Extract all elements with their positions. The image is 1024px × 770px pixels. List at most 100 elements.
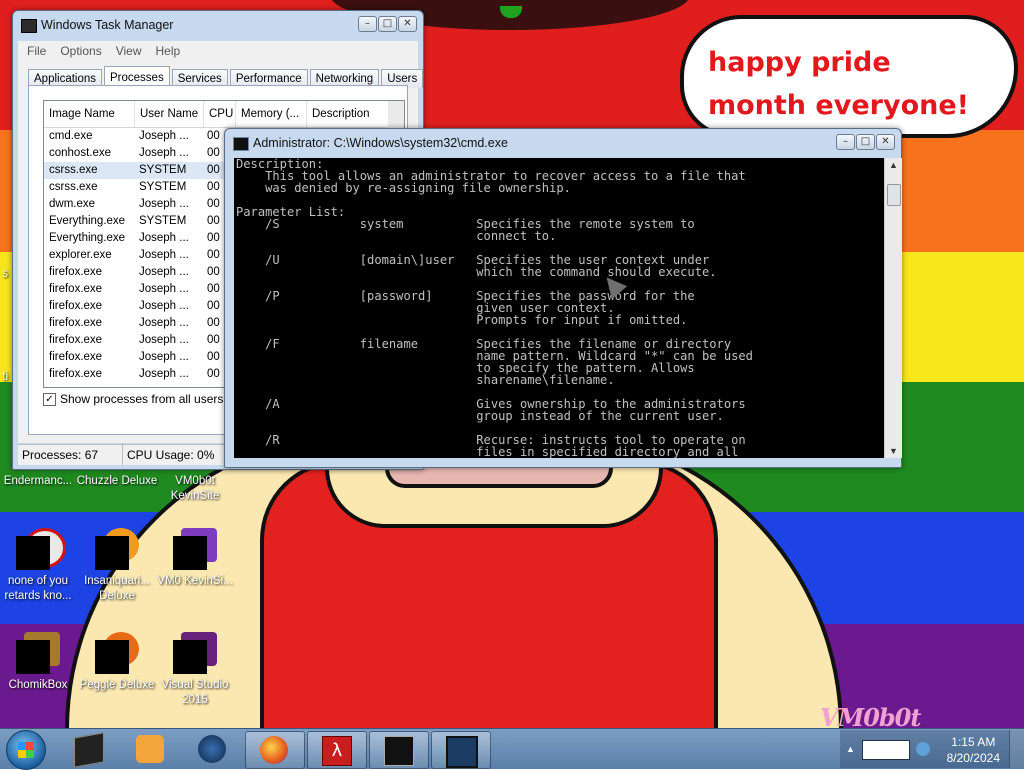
scroll-up-arrow-icon[interactable]: ▲ <box>885 160 902 170</box>
show-desktop-button[interactable] <box>1009 730 1024 768</box>
scroll-thumb[interactable] <box>887 184 901 206</box>
column-description[interactable]: Description <box>307 101 393 127</box>
console-output[interactable]: Description: This tool allows an adminis… <box>234 158 884 458</box>
taskbar-task-manager[interactable] <box>431 731 491 769</box>
insaniquarium-icon <box>95 528 139 572</box>
task-manager-titlebar[interactable]: Windows Task Manager – □ ✕ <box>13 11 423 41</box>
notification-area: ▲ 1:15 AM 8/20/2024 <box>840 730 1024 768</box>
tray-app-icon[interactable] <box>862 740 910 760</box>
process-user-name: SYSTEM <box>139 164 187 176</box>
window-title: Windows Task Manager <box>41 18 174 32</box>
maximize-button[interactable]: □ <box>378 16 397 32</box>
process-user-name: Joseph ... <box>139 351 189 363</box>
column-image-name[interactable]: Image Name <box>44 101 135 127</box>
clock-date: 8/20/2024 <box>946 751 1000 765</box>
scroll-down-arrow-icon[interactable]: ▼ <box>885 446 902 456</box>
desktop-icon-label: Chuzzle Deluxe <box>76 475 158 487</box>
desktop-icon-label: Visual Studio 2015 <box>161 679 229 706</box>
start-button[interactable] <box>6 730 46 770</box>
column-cpu[interactable]: CPU <box>204 101 236 127</box>
desktop-icon-label: Insaniquari... Deluxe <box>84 575 150 602</box>
taskbar-media-player[interactable] <box>122 731 178 767</box>
process-image-name: firefox.exe <box>49 266 103 278</box>
process-user-name: Joseph ... <box>139 198 189 210</box>
process-user-name: Joseph ... <box>139 334 189 346</box>
process-user-name: Joseph ... <box>139 368 189 380</box>
desktop-icon-peggle[interactable]: Peggle Deluxe <box>77 632 157 693</box>
process-user-name: Joseph ... <box>139 300 189 312</box>
desktop-icon-chuzzle[interactable]: Chuzzle Deluxe <box>75 474 159 489</box>
menu-file[interactable]: File <box>27 41 46 61</box>
process-user-name: Joseph ... <box>139 232 189 244</box>
maximize-button[interactable]: □ <box>856 134 875 150</box>
offscreen-icon-label-fragment: s <box>2 268 8 280</box>
console-icon <box>74 732 104 768</box>
console-text: Description: This tool allows an adminis… <box>236 158 753 458</box>
desktop-icon-chomikbox[interactable]: ChomikBox <box>0 632 78 693</box>
column-user-name[interactable]: User Name <box>135 101 204 127</box>
process-image-name: conhost.exe <box>49 147 112 159</box>
taskbar-half-life[interactable]: λ <box>307 731 367 769</box>
process-image-name: cmd.exe <box>49 130 93 142</box>
green-eye-shape <box>500 6 522 18</box>
chomikbox-icon <box>16 632 60 676</box>
process-image-name: Everything.exe <box>49 232 126 244</box>
console-scrollbar[interactable]: ▲ ▼ <box>884 158 902 458</box>
close-button[interactable]: ✕ <box>876 134 895 150</box>
taskbar-firefox[interactable] <box>245 731 305 769</box>
kevinsite2-icon <box>173 528 217 572</box>
media-player-icon <box>136 735 164 763</box>
network-icon[interactable] <box>916 742 930 756</box>
menu-help[interactable]: Help <box>156 41 181 61</box>
speech-bubble: happy pride month everyone! <box>680 15 1018 138</box>
firefox-icon <box>260 736 288 764</box>
cmd-window[interactable]: Administrator: C:\Windows\system32\cmd.e… <box>224 128 902 468</box>
offscreen-icon-label-fragment: ti <box>2 371 8 383</box>
show-all-users-label: Show processes from all users <box>60 392 224 406</box>
desktop-icon-label: ChomikBox <box>8 679 68 691</box>
lambda-icon: λ <box>322 736 352 766</box>
taskbar-cmd-pinned[interactable] <box>60 731 116 768</box>
column-memory[interactable]: Memory (... <box>236 101 307 127</box>
desktop-icon-kevinsite[interactable]: VM0b0t KevinSite <box>153 474 237 504</box>
wallpaper-signature: VM0b0t <box>820 703 921 728</box>
console-icon <box>384 736 414 766</box>
minimize-button[interactable]: – <box>358 16 377 32</box>
process-image-name: firefox.exe <box>49 300 103 312</box>
taskbar-globe[interactable] <box>184 731 240 767</box>
process-image-name: Everything.exe <box>49 215 126 227</box>
process-user-name: Joseph ... <box>139 266 189 278</box>
desktop-icon-label: VM0 KevinSi... <box>157 575 233 587</box>
status-cpu-usage: CPU Usage: 0% <box>123 445 228 465</box>
menu-view[interactable]: View <box>116 41 142 61</box>
taskbar: λ ▲ 1:15 AM 8/20/2024 <box>0 728 1024 770</box>
process-image-name: firefox.exe <box>49 283 103 295</box>
cmd-titlebar[interactable]: Administrator: C:\Windows\system32\cmd.e… <box>225 129 901 159</box>
process-image-name: firefox.exe <box>49 334 103 346</box>
task-manager-icon <box>21 19 37 33</box>
desktop-icon-kevinsite2[interactable]: VM0 KevinSi... <box>155 528 235 589</box>
process-image-name: csrss.exe <box>49 164 98 176</box>
desktop-icon-shortcut[interactable]: none of you retards kno... <box>0 528 78 604</box>
desktop-icon-endermanch[interactable]: Endermanc... <box>0 474 80 489</box>
show-hidden-icons-icon[interactable]: ▲ <box>846 744 855 754</box>
menu-options[interactable]: Options <box>60 41 101 61</box>
taskbar-cmd-window[interactable] <box>369 731 429 769</box>
process-list-header: Image Name User Name CPU Memory (... Des… <box>44 101 404 128</box>
desktop-icon-label: none of you retards kno... <box>4 575 72 602</box>
close-button[interactable]: ✕ <box>398 16 417 32</box>
clock-time: 1:15 AM <box>951 735 996 749</box>
desktop-icon-label: VM0b0t KevinSite <box>170 475 220 502</box>
process-image-name: firefox.exe <box>49 368 103 380</box>
task-manager-icon <box>446 736 478 768</box>
minimize-button[interactable]: – <box>836 134 855 150</box>
menu-bar: File Options View Help <box>18 41 418 61</box>
show-all-users-checkbox[interactable]: ✓ <box>43 392 56 406</box>
speech-bubble-text: happy pride month everyone! <box>708 47 969 121</box>
status-processes: Processes: 67 <box>18 445 123 465</box>
desktop-icon-visual-studio[interactable]: Visual Studio 2015 <box>155 632 235 708</box>
clock[interactable]: 1:15 AM 8/20/2024 <box>947 734 1000 766</box>
show-all-users-row[interactable]: ✓ Show processes from all users <box>43 392 223 406</box>
desktop-icon-insaniquarium[interactable]: Insaniquari... Deluxe <box>77 528 157 604</box>
visual-studio-icon <box>173 632 217 676</box>
